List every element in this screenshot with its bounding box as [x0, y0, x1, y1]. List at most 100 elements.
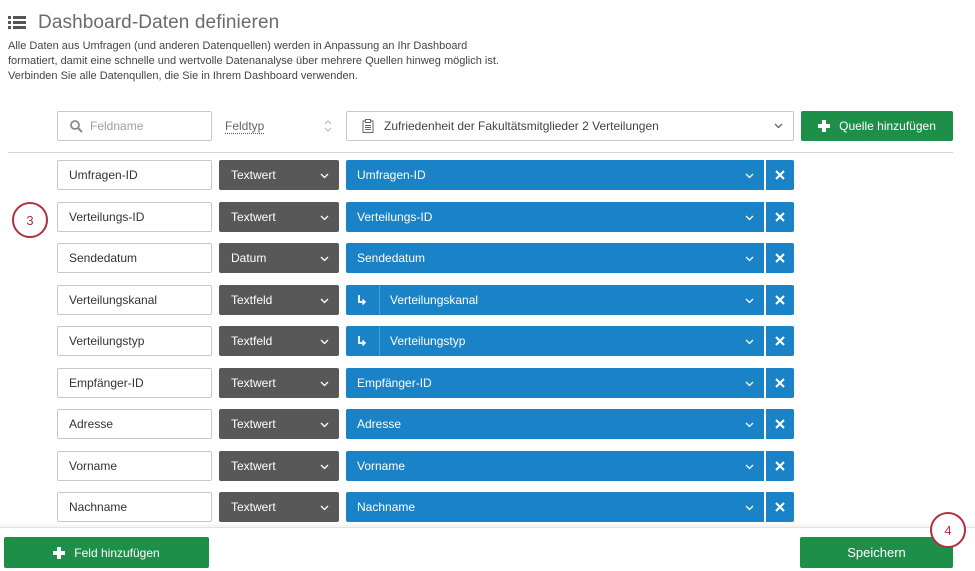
close-icon — [775, 212, 785, 222]
field-type-select[interactable]: Textfeld — [219, 326, 339, 356]
toolbar: Feldtyp Zufriedenheit der Fakultätsmitgl… — [0, 111, 975, 141]
plus-icon — [818, 120, 831, 132]
chevron-down-icon — [745, 505, 754, 511]
chevron-down-icon — [745, 215, 754, 221]
remove-field-button[interactable] — [765, 326, 794, 356]
field-name-input[interactable]: Verteilungs-ID — [57, 202, 212, 232]
field-mapping-select[interactable]: Sendedatum — [346, 243, 764, 273]
field-type-select[interactable]: Textwert — [219, 409, 339, 439]
search-icon — [70, 119, 83, 133]
clipboard-icon — [362, 119, 374, 133]
field-mapping-value: Verteilungskanal — [390, 293, 479, 307]
field-name-value: Verteilungs-ID — [69, 210, 145, 224]
field-name-input[interactable]: Empfänger-ID — [57, 368, 212, 398]
field-type-select[interactable]: Textfeld — [219, 285, 339, 315]
close-icon — [775, 336, 785, 346]
close-icon — [775, 502, 785, 512]
remove-field-button[interactable] — [765, 368, 794, 398]
step-marker-4: 4 — [930, 512, 966, 548]
chevron-down-icon — [745, 173, 754, 179]
field-name-value: Vorname — [69, 459, 118, 473]
field-mapping-select[interactable]: Empfänger-ID — [346, 368, 764, 398]
field-mapping-select[interactable]: Adresse — [346, 409, 764, 439]
field-type-value: Textwert — [231, 417, 276, 431]
chevron-down-icon — [320, 339, 329, 345]
sort-icon[interactable] — [323, 119, 333, 133]
nested-arrow-icon — [357, 326, 380, 356]
close-icon — [775, 253, 785, 263]
field-type-select[interactable]: Textwert — [219, 451, 339, 481]
field-mapping-value: Empfänger-ID — [357, 376, 432, 390]
field-name-input[interactable]: Umfragen-ID — [57, 160, 212, 190]
field-type-select[interactable]: Textwert — [219, 492, 339, 522]
field-type-select[interactable]: Textwert — [219, 368, 339, 398]
page-header: Dashboard-Daten definieren Alle Daten au… — [8, 12, 528, 84]
save-button[interactable]: Speichern — [800, 537, 953, 568]
add-field-button[interactable]: Feld hinzufügen — [4, 537, 209, 568]
field-type-select[interactable]: Datum — [219, 243, 339, 273]
field-mapping-select[interactable]: Nachname — [346, 492, 764, 522]
field-name-input[interactable]: Adresse — [57, 409, 212, 439]
title-row: Dashboard-Daten definieren — [8, 12, 528, 34]
remove-field-button[interactable] — [765, 202, 794, 232]
nested-arrow-icon — [357, 285, 380, 315]
chevron-down-icon — [745, 339, 754, 345]
list-icon — [8, 16, 26, 30]
source-select[interactable]: Zufriedenheit der Fakultätsmitglieder 2 … — [346, 111, 794, 141]
field-name-input[interactable]: Sendedatum — [57, 243, 212, 273]
remove-field-button[interactable] — [765, 285, 794, 315]
save-label: Speichern — [847, 545, 906, 560]
step-marker-3: 3 — [12, 202, 48, 238]
add-source-label: Quelle hinzufügen — [839, 119, 936, 133]
page-title: Dashboard-Daten definieren — [38, 12, 280, 33]
remove-field-button[interactable] — [765, 409, 794, 439]
field-mapping-value: Nachname — [357, 500, 416, 514]
chevron-down-icon — [745, 256, 754, 262]
field-mapping-select[interactable]: Umfragen-ID — [346, 160, 764, 190]
field-name-value: Empfänger-ID — [69, 376, 144, 390]
type-column-header[interactable]: Feldtyp — [225, 119, 264, 133]
field-type-value: Textwert — [231, 210, 276, 224]
search-input[interactable] — [90, 119, 200, 133]
field-row: Sendedatum Datum Sendedatum — [0, 243, 975, 273]
remove-field-button[interactable] — [765, 160, 794, 190]
chevron-down-icon — [320, 381, 329, 387]
page-description: Alle Daten aus Umfragen (und anderen Dat… — [8, 39, 528, 84]
close-icon — [775, 419, 785, 429]
field-name-input[interactable]: Verteilungstyp — [57, 326, 212, 356]
chevron-down-icon — [320, 422, 329, 428]
remove-field-button[interactable] — [765, 492, 794, 522]
description-line: Verbinden Sie alle Datenqullen, die Sie … — [8, 70, 358, 82]
chevron-down-icon — [745, 381, 754, 387]
chevron-down-icon — [745, 464, 754, 470]
close-icon — [775, 295, 785, 305]
field-mapping-select[interactable]: Vorname — [346, 451, 764, 481]
search-box[interactable] — [57, 111, 212, 141]
field-type-select[interactable]: Textwert — [219, 202, 339, 232]
chevron-down-icon — [320, 215, 329, 221]
field-mapping-select[interactable]: Verteilungskanal — [346, 285, 764, 315]
field-name-input[interactable]: Verteilungskanal — [57, 285, 212, 315]
field-mapping-value: Sendedatum — [357, 251, 426, 265]
field-name-input[interactable]: Vorname — [57, 451, 212, 481]
field-name-value: Adresse — [69, 417, 114, 431]
field-type-select[interactable]: Textwert — [219, 160, 339, 190]
field-type-value: Textwert — [231, 168, 276, 182]
field-type-value: Textwert — [231, 376, 276, 390]
add-source-button[interactable]: Quelle hinzufügen — [801, 111, 953, 141]
field-mapping-select[interactable]: Verteilungstyp — [346, 326, 764, 356]
field-row: Nachname Textwert Nachname — [0, 492, 975, 522]
chevron-down-icon — [320, 256, 329, 262]
remove-field-button[interactable] — [765, 451, 794, 481]
field-mapping-select[interactable]: Verteilungs-ID — [346, 202, 764, 232]
field-type-value: Textwert — [231, 459, 276, 473]
chevron-down-icon — [320, 464, 329, 470]
description-line: Alle Daten aus Umfragen (und anderen Dat… — [8, 40, 468, 52]
field-name-input[interactable]: Nachname — [57, 492, 212, 522]
field-type-value: Textfeld — [231, 293, 273, 307]
field-type-value: Textwert — [231, 500, 276, 514]
field-type-value: Datum — [231, 251, 267, 265]
field-name-value: Verteilungstyp — [69, 334, 145, 348]
field-mapping-value: Umfragen-ID — [357, 168, 426, 182]
remove-field-button[interactable] — [765, 243, 794, 273]
